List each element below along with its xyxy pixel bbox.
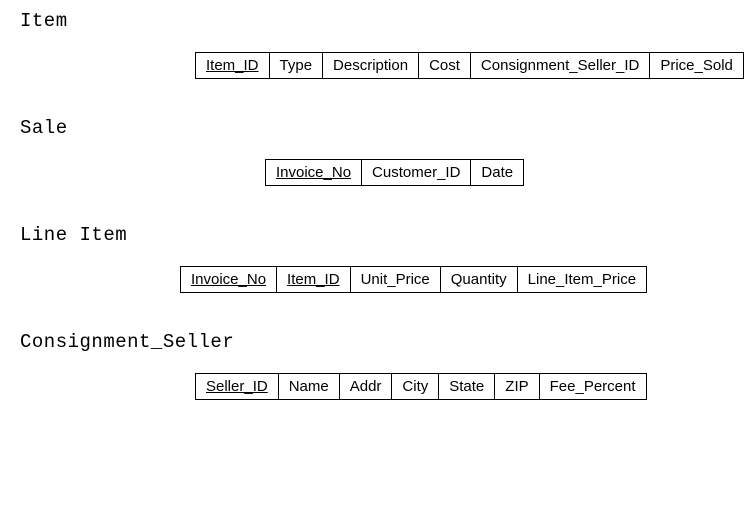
schema-diagram: Item Item_ID Type Description Cost Consignmen… [20, 10, 752, 430]
schema-column: Addr [340, 374, 393, 399]
column-label-key: Invoice_No [191, 271, 266, 288]
schema-column: Invoice_No [181, 267, 277, 292]
schema-row: Invoice_No Item_ID Unit_Price Quantity Line_… [180, 266, 647, 293]
relation-section: Line Item Invoice_No Item_ID Unit_Price Quan… [20, 224, 752, 323]
relation-section: Item Item_ID Type Description Cost Consignmen… [20, 10, 752, 109]
column-label-key: Seller_ID [206, 378, 268, 395]
column-label-key: Item_ID [206, 57, 259, 74]
schema-column: City [392, 374, 439, 399]
column-label: Consignment_Seller_ID [481, 57, 639, 74]
relation-section: Sale Invoice_No Customer_ID Date [20, 117, 752, 216]
schema-column: Item_ID [196, 53, 270, 78]
relation-section: Consignment_SellerSeller_IDNameAddrCityS… [20, 331, 752, 430]
column-label: Unit_Price [361, 271, 430, 288]
schema-column: Name [279, 374, 340, 399]
column-label: Quantity [451, 271, 507, 288]
column-label: City [402, 378, 428, 395]
schema-row-wrap: Invoice_No Customer_ID Date [20, 159, 752, 216]
relation-name: Consignment_Seller [20, 331, 752, 353]
schema-column: Unit_Price [351, 267, 441, 292]
schema-row-wrap: Seller_ID Name Addr City State ZIP Fee_Percent [20, 373, 752, 430]
relation-name: Item [20, 10, 752, 32]
schema-column: Quantity [441, 267, 518, 292]
schema-column: Fee_Percent [540, 374, 646, 399]
column-label: Type [280, 57, 313, 74]
schema-column: Seller_ID [196, 374, 279, 399]
column-label: Cost [429, 57, 460, 74]
column-label: Date [481, 164, 513, 181]
schema-column: Consignment_Seller_ID [471, 53, 650, 78]
schema-row: Invoice_No Customer_ID Date [265, 159, 524, 186]
column-label: Addr [350, 378, 382, 395]
column-label: State [449, 378, 484, 395]
schema-row: Seller_ID Name Addr City State ZIP Fee_Percent [195, 373, 647, 400]
column-label: Description [333, 57, 408, 74]
schema-column: Item_ID [277, 267, 351, 292]
schema-column: Invoice_No [266, 160, 362, 185]
schema-row: Item_ID Type Description Cost Consignment_Se… [195, 52, 744, 79]
column-label: ZIP [505, 378, 528, 395]
schema-column: Line_Item_Price [518, 267, 646, 292]
schema-column: Date [471, 160, 523, 185]
schema-column: Customer_ID [362, 160, 471, 185]
schema-column: Type [270, 53, 324, 78]
column-label: Price_Sold [660, 57, 733, 74]
column-label: Line_Item_Price [528, 271, 636, 288]
schema-row-wrap: Item_ID Type Description Cost Consignment_Se… [20, 52, 752, 109]
column-label-key: Invoice_No [276, 164, 351, 181]
relation-name: Sale [20, 117, 752, 139]
schema-column: Price_Sold [650, 53, 743, 78]
schema-column: Description [323, 53, 419, 78]
schema-column: ZIP [495, 374, 539, 399]
relation-name: Line Item [20, 224, 752, 246]
schema-row-wrap: Invoice_No Item_ID Unit_Price Quantity Line_… [20, 266, 752, 323]
column-label: Name [289, 378, 329, 395]
schema-column: Cost [419, 53, 471, 78]
column-label: Fee_Percent [550, 378, 636, 395]
schema-column: State [439, 374, 495, 399]
column-label: Customer_ID [372, 164, 460, 181]
column-label-key: Item_ID [287, 271, 340, 288]
